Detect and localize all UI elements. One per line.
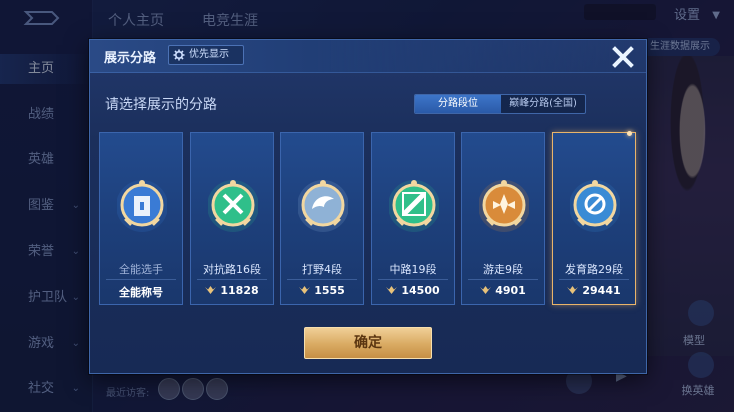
rank-points-icon [480, 286, 492, 294]
lane-score-value: 11828 [220, 284, 259, 297]
tab-lane-rank[interactable]: 分路段位 [415, 95, 501, 113]
lane-score: 4901 [462, 284, 544, 297]
lane-score-value: 全能称号 [119, 286, 163, 299]
clash-lane-emblem-icon [208, 180, 258, 232]
card-divider [378, 279, 448, 280]
gear-icon [173, 49, 185, 61]
rank-points-icon [386, 286, 398, 294]
lane-rank-toggle: 分路段位 巅峰分路(全国) [414, 94, 586, 114]
lane-score: 11828 [191, 284, 273, 297]
selected-glow-icon [627, 131, 632, 136]
lane-card[interactable]: 对抗路16段 11828 [190, 132, 274, 305]
rank-points-icon [567, 286, 579, 294]
lane-score: 14500 [372, 284, 454, 297]
lane-card[interactable]: 打野4段 1555 [280, 132, 364, 305]
close-icon[interactable] [608, 42, 638, 72]
rank-points-icon [205, 286, 217, 294]
lane-name: 游走9段 [483, 263, 523, 276]
lane-score: 1555 [281, 284, 363, 297]
tab-peak-lane-national[interactable]: 巅峰分路(全国) [501, 95, 585, 113]
lane-name: 中路19段 [389, 263, 437, 276]
lane-score-value: 14500 [401, 284, 440, 297]
lane-score-value: 4901 [495, 284, 526, 297]
confirm-button[interactable]: 确定 [304, 327, 432, 359]
lane-card[interactable]: 游走9段 4901 [461, 132, 545, 305]
priority-display-button[interactable]: 优先显示 [168, 45, 244, 65]
lane-card[interactable]: 发育路29段 29441 [552, 131, 636, 305]
card-divider [468, 279, 538, 280]
lane-score-value: 29441 [582, 284, 621, 297]
lane-name: 发育路29段 [565, 263, 623, 276]
priority-display-label: 优先显示 [189, 49, 229, 60]
lane-name: 打野4段 [302, 263, 342, 276]
lane-card[interactable]: 全能选手 全能称号 [99, 132, 183, 305]
jungle-emblem-icon [298, 180, 348, 232]
farm-lane-emblem-icon [570, 180, 620, 232]
lane-score-value: 1555 [314, 284, 345, 297]
allround-emblem-icon [117, 180, 167, 232]
card-divider [106, 279, 176, 280]
lane-card[interactable]: 中路19段 14500 [371, 132, 455, 305]
mid-lane-emblem-icon [389, 180, 439, 232]
card-divider [197, 279, 267, 280]
card-divider [559, 279, 629, 280]
lane-score: 全能称号 [100, 284, 182, 300]
rank-points-icon [299, 286, 311, 294]
dialog-header: 展示分路 优先显示 [90, 40, 646, 73]
roam-emblem-icon [479, 180, 529, 232]
lane-display-dialog: 展示分路 优先显示 请选择展示的分路 分路段位 巅峰分路(全国) 全能选手全能称… [89, 39, 647, 374]
lane-name: 对抗路16段 [203, 263, 261, 276]
lane-score: 29441 [553, 284, 635, 297]
dialog-title: 展示分路 [104, 51, 157, 66]
card-divider [287, 279, 357, 280]
lane-name: 全能选手 [119, 263, 163, 276]
select-lane-prompt: 请选择展示的分路 [105, 97, 217, 113]
